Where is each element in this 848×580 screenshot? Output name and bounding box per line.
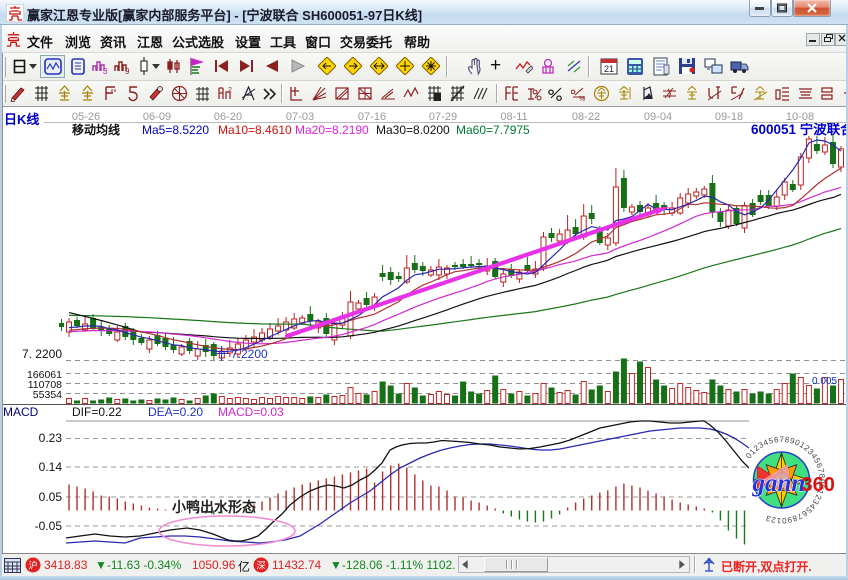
svg-text:0.005: 0.005 <box>812 376 837 387</box>
svg-text:Ma60=7.7975: Ma60=7.7975 <box>456 123 530 137</box>
svg-text:0.23: 0.23 <box>39 431 63 445</box>
svg-text:08-11: 08-11 <box>500 111 527 123</box>
svg-text:9: 9 <box>125 67 130 75</box>
svg-text:05-26: 05-26 <box>72 111 100 123</box>
svg-text:07-29: 07-29 <box>429 111 457 123</box>
svg-text:MACD: MACD <box>3 405 39 419</box>
svg-text:深: 深 <box>256 561 265 571</box>
svg-text:7.2200: 7.2200 <box>231 347 268 361</box>
svg-text:08-22: 08-22 <box>572 111 600 123</box>
svg-text:21: 21 <box>604 64 614 74</box>
svg-text:06-20: 06-20 <box>214 111 242 123</box>
svg-text:55354: 55354 <box>33 389 62 401</box>
svg-text:07-03: 07-03 <box>286 111 314 123</box>
svg-text:2: 2 <box>228 87 232 94</box>
svg-text:Ma10=8.4610: Ma10=8.4610 <box>218 123 292 137</box>
svg-text:-0.05: -0.05 <box>35 519 63 533</box>
svg-text:DEA=0.20: DEA=0.20 <box>148 405 203 419</box>
svg-text:360: 360 <box>802 474 835 496</box>
svg-text:gann: gann <box>752 470 806 497</box>
svg-text:Ma30=8.0200: Ma30=8.0200 <box>376 123 450 137</box>
svg-text:10-08: 10-08 <box>786 111 814 123</box>
svg-text:7. 2200: 7. 2200 <box>22 347 62 361</box>
svg-text:DIF=0.22: DIF=0.22 <box>72 405 122 419</box>
svg-text:0.14: 0.14 <box>39 460 63 474</box>
svg-text:3: 3 <box>103 67 108 75</box>
svg-text:日K线: 日K线 <box>4 112 39 127</box>
svg-text:MACD=0.03: MACD=0.03 <box>218 405 284 419</box>
svg-text:小鸭出水形态: 小鸭出水形态 <box>172 499 256 515</box>
svg-text:%: % <box>579 96 585 102</box>
svg-text:09-04: 09-04 <box>644 111 672 123</box>
svg-text:06-09: 06-09 <box>143 111 171 123</box>
svg-text:Ma20=8.2190: Ma20=8.2190 <box>295 123 369 137</box>
svg-text:0.05: 0.05 <box>39 490 63 504</box>
svg-text:09-18: 09-18 <box>715 111 743 123</box>
svg-text:07-16: 07-16 <box>358 111 386 123</box>
svg-text:Ma5=8.5220: Ma5=8.5220 <box>142 123 209 137</box>
svg-text:沪: 沪 <box>28 560 37 571</box>
svg-text:移动均线: 移动均线 <box>72 122 120 137</box>
